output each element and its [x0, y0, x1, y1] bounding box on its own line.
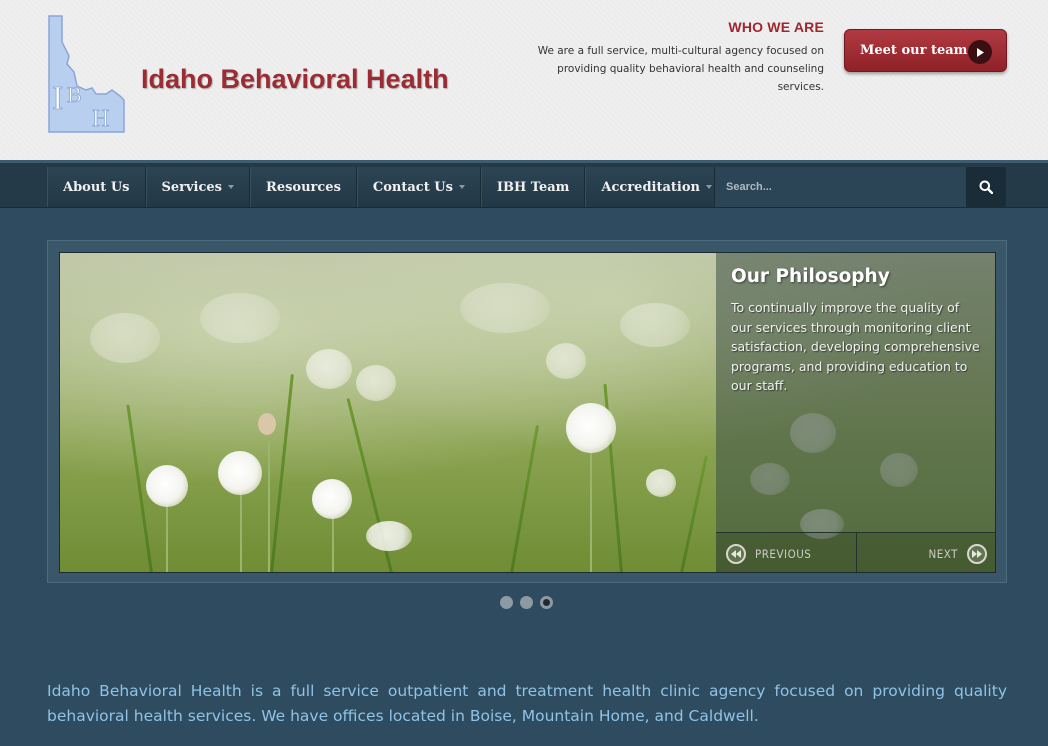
search-box: [714, 167, 1006, 207]
rewind-icon: [726, 543, 746, 564]
site-header: I B H Idaho Behavioral Health WHO WE ARE…: [0, 0, 1048, 160]
caret-down-icon: [705, 185, 712, 189]
site-title[interactable]: Idaho Behavioral Health: [141, 64, 449, 95]
caption-title: Our Philosophy: [731, 266, 890, 287]
who-we-are-text: We are a full service, multi-cultural ag…: [537, 45, 824, 93]
svg-text:B: B: [67, 82, 82, 107]
slide-dot-1[interactable]: [500, 596, 513, 609]
nav-contact-us[interactable]: Contact Us: [356, 167, 481, 207]
idaho-logo[interactable]: I B H: [46, 14, 126, 134]
meet-our-team-label: Meet our team: [860, 43, 968, 58]
who-we-are-title: WHO WE ARE: [728, 19, 824, 35]
nav-resources-label: Resources: [266, 179, 341, 195]
nav-contact-us-label: Contact Us: [372, 179, 453, 195]
slide-nav: PREVIOUS NEXT: [716, 532, 995, 572]
caret-down-icon: [458, 185, 465, 189]
search-button[interactable]: [966, 167, 1006, 207]
svg-text:I: I: [52, 80, 63, 117]
previous-label: PREVIOUS: [755, 546, 812, 561]
caret-down-icon: [228, 185, 235, 189]
fast-forward-icon: [967, 543, 987, 564]
slider-pagination: [500, 596, 553, 609]
nav-ibh-team[interactable]: IBH Team: [480, 167, 586, 207]
play-arrow-icon: [968, 40, 992, 64]
search-input[interactable]: [714, 167, 966, 207]
slide-dot-3-active[interactable]: [540, 596, 553, 609]
nav-ibh-team-label: IBH Team: [496, 179, 570, 195]
main-navbar: About Us Services Resources Contact Us I…: [0, 160, 1048, 208]
slide-caption: Our Philosophy To continually improve th…: [716, 253, 995, 532]
nav-accreditation-label: Accreditation: [601, 179, 700, 195]
nav-accreditation[interactable]: Accreditation: [585, 167, 728, 207]
svg-text:H: H: [92, 106, 109, 132]
search-icon: [979, 180, 993, 194]
previous-slide-button[interactable]: PREVIOUS: [716, 533, 857, 572]
who-we-are: WHO WE ARE We are a full service, multi-…: [534, 19, 824, 96]
nav-services[interactable]: Services: [145, 167, 251, 207]
main-nav: About Us Services Resources Contact Us I…: [47, 167, 728, 207]
slider: Our Philosophy To continually improve th…: [47, 240, 1007, 583]
meet-our-team-button[interactable]: Meet our team: [844, 29, 1007, 72]
next-slide-button[interactable]: NEXT: [857, 533, 995, 572]
slide-dot-2[interactable]: [520, 596, 533, 609]
nav-services-label: Services: [161, 179, 223, 195]
nav-about-us-label: About Us: [63, 179, 130, 195]
nav-resources[interactable]: Resources: [250, 167, 357, 207]
intro-paragraph: Idaho Behavioral Health is a full servic…: [47, 682, 1007, 725]
next-label: NEXT: [928, 546, 958, 561]
slide-image-dandelions: Our Philosophy To continually improve th…: [59, 252, 996, 573]
nav-about-us[interactable]: About Us: [47, 167, 146, 207]
caption-text: To continually improve the quality of ou…: [731, 300, 980, 393]
